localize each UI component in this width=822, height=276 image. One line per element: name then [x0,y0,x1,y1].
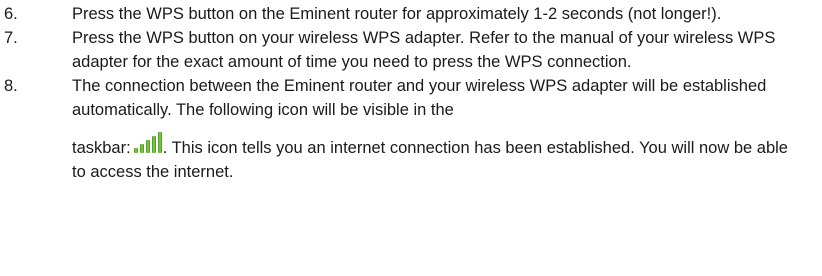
step-number: 6. [4,5,18,23]
step-text: Press the WPS button on the Eminent rout… [72,5,722,23]
signal-strength-icon [133,132,163,154]
step-number: 8. [4,77,18,95]
list-item-step-7: 7. Press the WPS button on your wireless… [0,26,822,74]
step-text: . This icon tells you an internet connec… [72,139,788,181]
list-item-step-6: 6. Press the WPS button on the Eminent r… [0,2,822,26]
document-body: 6. Press the WPS button on the Eminent r… [0,0,822,184]
taskbar-line: taskbar: . This icon tells you an intern… [72,132,802,184]
step-number: 7. [4,29,18,47]
step-text: taskbar: [72,139,131,157]
list-item-step-8: 8. The connection between the Eminent ro… [0,74,822,184]
step-text: Press the WPS button on your wireless WP… [72,29,776,71]
step-text: The connection between the Eminent route… [72,77,767,119]
